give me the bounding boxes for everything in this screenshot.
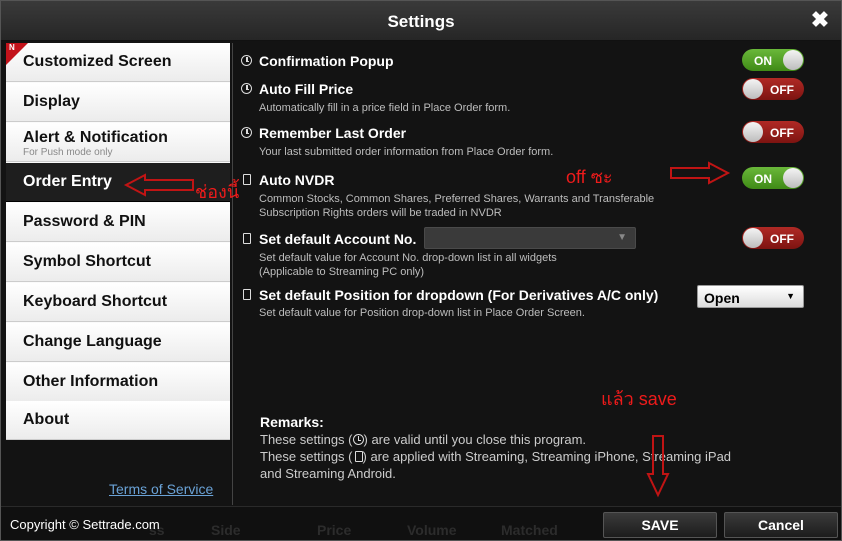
setting-name: Remember Last Order <box>259 125 407 141</box>
title-bar: Settings ✖ <box>1 1 841 41</box>
annotation-sidebar-note: ช่องนี้ <box>195 182 240 202</box>
remember-last-order-toggle[interactable]: OFF <box>742 121 804 143</box>
sidebar-item-label: Password & PIN <box>23 213 146 230</box>
sidebar-item-label: Order Entry <box>23 173 112 190</box>
setting-description: Set default value for Position drop-down… <box>259 307 585 319</box>
terms-of-service-link[interactable]: Terms of Service <box>109 481 213 497</box>
auto-nvdr-toggle[interactable]: ON <box>742 167 804 189</box>
setting-name: Set default Account No. <box>259 231 417 247</box>
chevron-down-icon: ▼ <box>786 291 795 301</box>
confirmation-popup-toggle[interactable]: ON <box>742 49 804 71</box>
default-account-toggle[interactable]: OFF <box>742 227 804 249</box>
setting-name: Auto Fill Price <box>259 81 354 97</box>
panel-divider <box>232 43 233 505</box>
setting-description-2: (Applicable to Streaming PC only) <box>259 266 425 278</box>
settings-dialog: Settings ✖ N Customized Screen Display A… <box>0 0 842 541</box>
sidebar-item-alert-notification[interactable]: Alert & Notification For Push mode only <box>6 123 230 162</box>
setting-description-2: Subscription Rights orders will be trade… <box>259 207 502 219</box>
setting-description: Common Stocks, Common Shares, Preferred … <box>259 193 655 205</box>
sidebar-item-label: Symbol Shortcut <box>23 253 152 270</box>
cancel-button[interactable]: Cancel <box>724 512 838 538</box>
sidebar-item-label: Keyboard Shortcut <box>23 293 168 310</box>
clock-icon <box>241 127 253 139</box>
setting-description: Set default value for Account No. drop-d… <box>259 252 557 264</box>
sidebar-item-label: Customized Screen <box>23 53 172 70</box>
annotation-arrow-right <box>670 161 731 185</box>
copyright-text: Copyright © Settrade.com <box>10 517 160 532</box>
phone-icon <box>354 451 363 462</box>
clock-icon <box>352 434 364 445</box>
phone-icon <box>241 174 253 186</box>
annotation-arrow-left <box>123 173 194 197</box>
ghost-column-label: Volume <box>407 522 457 538</box>
sidebar-item-symbol-shortcut[interactable]: Symbol Shortcut <box>6 243 230 282</box>
sidebar-item-change-language[interactable]: Change Language <box>6 323 230 362</box>
bottom-bar: ss Side Price Volume Matched Copyright ©… <box>1 506 841 540</box>
sidebar-item-customized-screen[interactable]: N Customized Screen <box>6 43 230 82</box>
sidebar-item-display[interactable]: Display <box>6 83 230 122</box>
annotation-toggle-note: off ซะ <box>566 167 613 187</box>
account-no-select[interactable]: ▼ <box>424 227 636 249</box>
sidebar-item-label: Display <box>23 93 80 110</box>
sidebar-item-label: Alert & Notification <box>23 129 168 146</box>
sidebar-item-label: About <box>23 411 70 428</box>
chevron-down-icon: ▼ <box>617 232 627 243</box>
phone-icon <box>241 289 253 301</box>
save-button[interactable]: SAVE <box>603 512 717 538</box>
ghost-column-label: Matched <box>501 522 558 538</box>
annotation-arrow-down <box>646 435 670 498</box>
sidebar-item-label: Change Language <box>23 333 162 350</box>
setting-name: Set default Position for dropdown (For D… <box>259 287 659 303</box>
dialog-title: Settings <box>387 12 455 31</box>
clock-icon <box>241 83 253 95</box>
sidebar-item-password-pin[interactable]: Password & PIN <box>6 203 230 242</box>
auto-fill-price-toggle[interactable]: OFF <box>742 78 804 100</box>
settings-sidebar: N Customized Screen Display Alert & Noti… <box>6 43 230 440</box>
ghost-column-label: Price <box>317 522 352 538</box>
setting-description: Your last submitted order information fr… <box>259 146 554 158</box>
clock-icon <box>241 55 253 67</box>
setting-name: Confirmation Popup <box>259 53 394 69</box>
sidebar-item-other-information[interactable]: Other Information <box>6 363 230 402</box>
remarks-title: Remarks: <box>260 414 324 430</box>
sidebar-item-sublabel: For Push mode only <box>23 147 113 158</box>
ghost-column-label: Side <box>211 522 241 538</box>
setting-name: Auto NVDR <box>259 172 335 188</box>
close-icon[interactable]: ✖ <box>809 9 831 31</box>
phone-icon <box>241 233 253 245</box>
annotation-save-note: แล้ว save <box>601 389 677 409</box>
sidebar-item-about[interactable]: About <box>6 401 230 440</box>
sidebar-item-keyboard-shortcut[interactable]: Keyboard Shortcut <box>6 283 230 322</box>
sidebar-item-label: Other Information <box>23 373 159 390</box>
position-select[interactable]: Open ▼ <box>697 285 804 308</box>
setting-description: Automatically fill in a price field in P… <box>259 102 511 114</box>
